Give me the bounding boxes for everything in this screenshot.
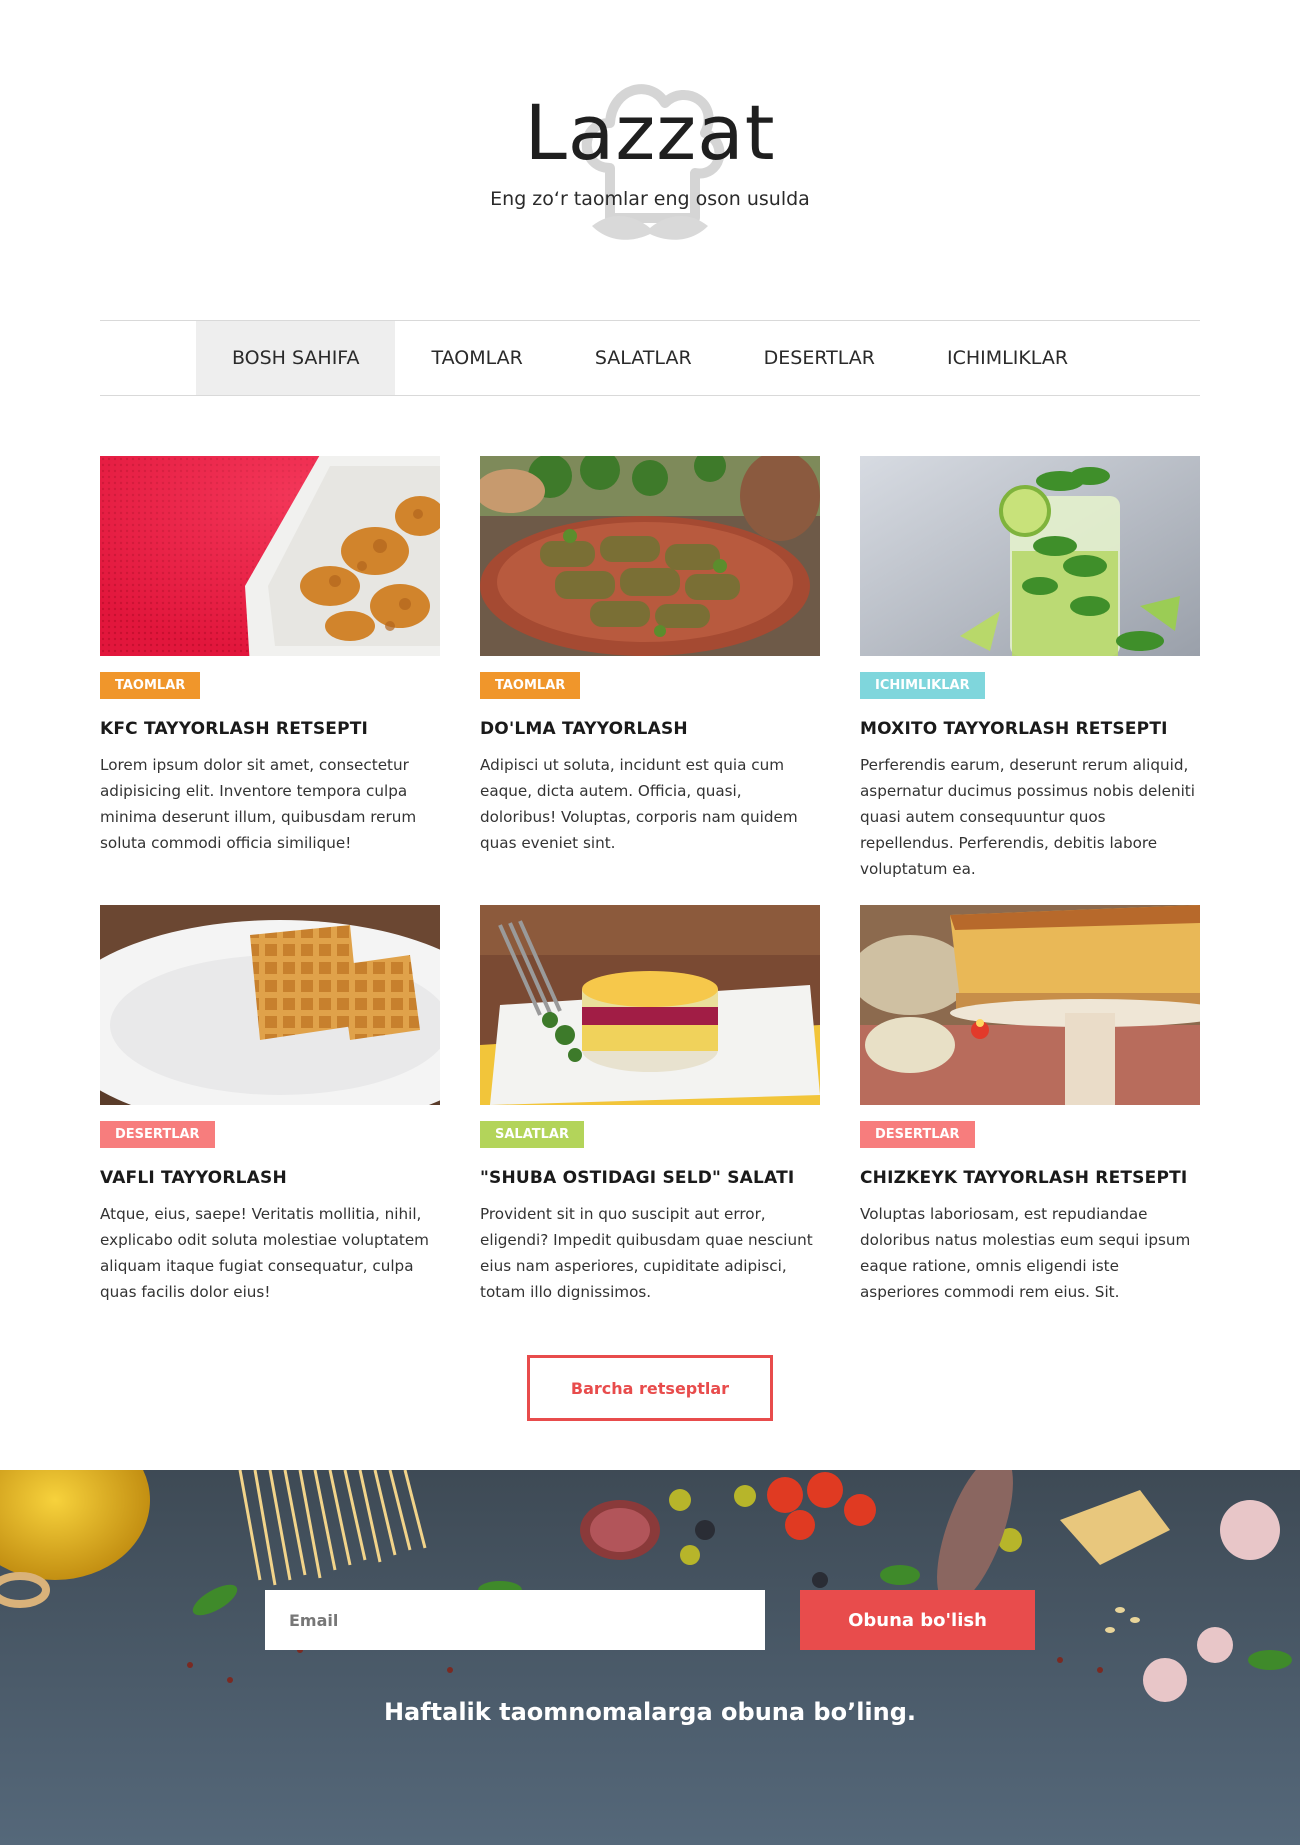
- fried-chicken-photo[interactable]: [100, 456, 440, 656]
- category-badge[interactable]: SALATLAR: [480, 1121, 584, 1148]
- nav-item-drinks[interactable]: ICHIMLIKLAR: [911, 321, 1104, 395]
- category-badge[interactable]: TAOMLAR: [100, 672, 201, 699]
- dolma-photo[interactable]: [480, 456, 820, 656]
- recipe-title[interactable]: KFC TAYYORLASH RETSEPTI: [100, 719, 440, 739]
- recipe-card: ICHIMLIKLAR MOXITO TAYYORLASH RETSEPTI P…: [860, 456, 1200, 882]
- recipe-card: TAOMLAR DO'LMA TAYYORLASH Adipisci ut so…: [480, 456, 820, 856]
- recipe-title[interactable]: DO'LMA TAYYORLASH: [480, 719, 820, 739]
- recipe-excerpt: Provident sit in quo suscipit aut error,…: [480, 1205, 813, 1301]
- ingredients-background-photo: [0, 1470, 1300, 1845]
- recipe-excerpt: Voluptas laboriosam, est repudiandae dol…: [860, 1205, 1191, 1301]
- cheesecake-photo[interactable]: [860, 905, 1200, 1105]
- site-header: Lazzat Eng zo‘r taomlar eng oson usulda: [0, 0, 1300, 320]
- recipe-card: TAOMLAR KFC TAYYORLASH RETSEPTI Lorem ip…: [100, 456, 440, 856]
- nav-item-desserts[interactable]: DESERTLAR: [728, 321, 911, 395]
- recipe-title[interactable]: MOXITO TAYYORLASH RETSEPTI: [860, 719, 1200, 739]
- subscribe-caption: Haftalik taomnomalarga obuna bo’ling.: [383, 1698, 917, 1726]
- recipe-excerpt: Atque, eius, saepe! Veritatis mollitia, …: [100, 1205, 429, 1301]
- category-badge[interactable]: ICHIMLIKLAR: [860, 672, 985, 699]
- nav-item-salads[interactable]: SALATLAR: [559, 321, 728, 395]
- site-tagline: Eng zo‘r taomlar eng oson usulda: [490, 188, 810, 210]
- nav-item-home[interactable]: BOSH SAHIFA: [195, 321, 396, 395]
- subscribe-button[interactable]: Obuna bo'lish: [800, 1590, 1035, 1650]
- subscribe-section: Obuna bo'lish Haftalik taomnomalarga obu…: [0, 1470, 1300, 1845]
- recipe-card: SALATLAR "SHUBA OSTIDAGI SELD" SALATI Pr…: [480, 905, 820, 1305]
- recipe-title[interactable]: VAFLI TAYYORLASH: [100, 1168, 440, 1188]
- category-badge[interactable]: DESERTLAR: [860, 1121, 975, 1148]
- waffle-photo[interactable]: [100, 905, 440, 1105]
- main-nav: BOSH SAHIFA TAOMLAR SALATLAR DESERTLAR I…: [100, 320, 1200, 396]
- recipe-excerpt: Adipisci ut soluta, incidunt est quia cu…: [480, 756, 798, 852]
- nav-item-dishes[interactable]: TAOMLAR: [395, 321, 558, 395]
- recipe-title[interactable]: CHIZKEYK TAYYORLASH RETSEPTI: [860, 1168, 1200, 1188]
- site-logo-title[interactable]: Lazzat: [0, 88, 1300, 177]
- category-badge[interactable]: DESERTLAR: [100, 1121, 215, 1148]
- recipe-card: DESERTLAR CHIZKEYK TAYYORLASH RETSEPTI V…: [860, 905, 1200, 1305]
- recipe-card: DESERTLAR VAFLI TAYYORLASH Atque, eius, …: [100, 905, 440, 1305]
- mojito-photo[interactable]: [860, 456, 1200, 656]
- category-badge[interactable]: TAOMLAR: [480, 672, 581, 699]
- recipe-title[interactable]: "SHUBA OSTIDAGI SELD" SALATI: [480, 1168, 820, 1188]
- all-recipes-button[interactable]: Barcha retseptlar: [527, 1355, 773, 1421]
- shuba-salad-photo[interactable]: [480, 905, 820, 1105]
- email-input[interactable]: [265, 1590, 765, 1650]
- recipe-excerpt: Lorem ipsum dolor sit amet, consectetur …: [100, 756, 417, 852]
- recipe-excerpt: Perferendis earum, deserunt rerum aliqui…: [860, 756, 1195, 878]
